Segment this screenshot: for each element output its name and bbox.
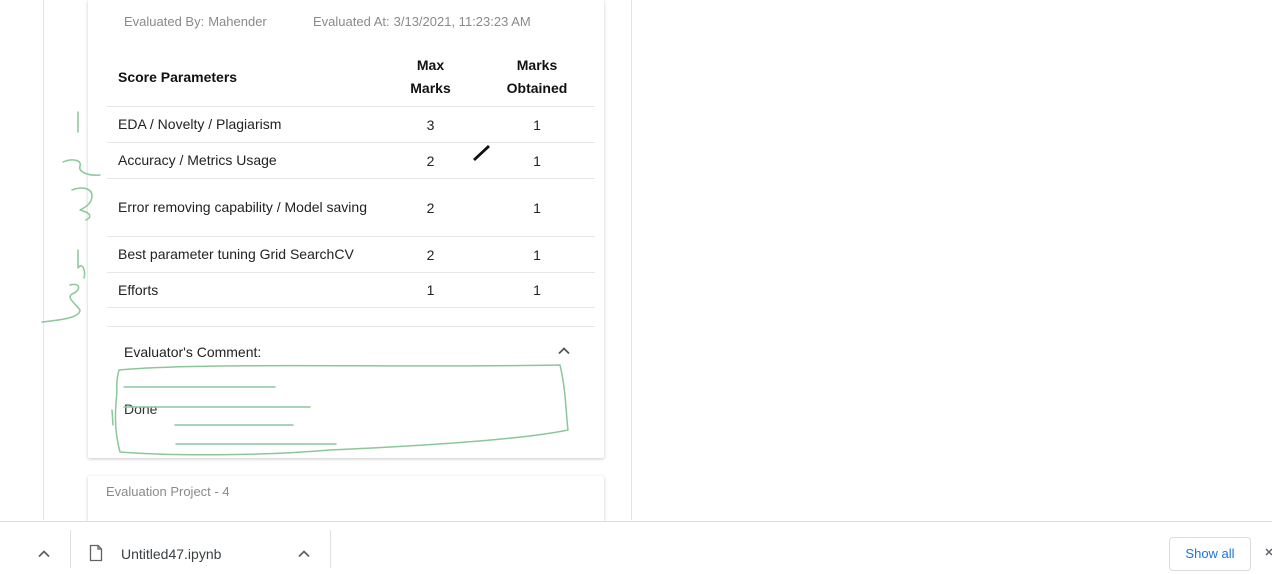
content-border-right	[631, 0, 632, 520]
page: Evaluated By: Mahender Evaluated At: 3/13/…	[0, 0, 1272, 574]
row-max-marks: 3	[382, 106, 479, 143]
table-row: EDA / Novelty / Plagiarism 3 1	[107, 106, 595, 143]
evaluator-comment-label: Evaluator's Comment:	[124, 344, 262, 360]
table-row: Error removing capability / Model saving…	[107, 178, 595, 237]
row-marks-obtained: 1	[479, 142, 595, 179]
annotation-mark-5	[41, 283, 81, 323]
file-icon	[89, 544, 103, 562]
header-marks-obtained: Marks Obtained	[479, 48, 595, 107]
header-marks-obtained-line1: Marks	[516, 57, 558, 73]
evaluated-by: Evaluated By: Mahender	[124, 14, 267, 29]
table-row: Accuracy / Metrics Usage 2 1	[107, 142, 595, 179]
content-border-left	[43, 0, 44, 520]
comment-divider	[107, 326, 595, 327]
row-parameter: Best parameter tuning Grid SearchCV	[107, 236, 382, 273]
row-marks-obtained: 1	[479, 272, 595, 308]
header-score-parameters: Score Parameters	[118, 69, 238, 85]
row-max-marks: 2	[382, 236, 479, 273]
row-marks-obtained: 1	[479, 178, 595, 237]
row-parameter: Error removing capability / Model saving	[107, 178, 382, 237]
download-separator	[70, 530, 71, 568]
row-parameter: Accuracy / Metrics Usage	[107, 142, 382, 179]
show-all-button[interactable]: Show all	[1169, 537, 1251, 571]
row-max-marks: 2	[382, 178, 479, 237]
evaluation-card: Evaluated By: Mahender Evaluated At: 3/13/…	[88, 0, 604, 458]
header-marks-obtained-line2: Obtained	[506, 80, 568, 96]
download-separator	[330, 530, 331, 568]
evaluated-at-label: Evaluated At:	[313, 14, 390, 29]
header-max-marks-line2: Marks	[410, 80, 451, 96]
download-file-name[interactable]: Untitled47.ipynb	[121, 546, 221, 562]
download-bar: Untitled47.ipynb Show all	[0, 521, 1272, 574]
row-parameter: EDA / Novelty / Plagiarism	[107, 106, 382, 143]
table-row: Best parameter tuning Grid SearchCV 2 1	[107, 236, 595, 273]
chevron-up-icon[interactable]	[36, 546, 52, 562]
score-table-header: Score Parameters Max Marks Marks Obtaine…	[107, 48, 595, 107]
score-table: Score Parameters Max Marks Marks Obtaine…	[107, 48, 595, 308]
evaluated-at-value: 3/13/2021, 11:23:23 AM	[393, 14, 531, 29]
evaluated-by-label: Evaluated By:	[124, 14, 205, 29]
row-max-marks: 1	[382, 272, 479, 308]
evaluator-comment-text: Done	[124, 401, 158, 417]
chevron-up-icon[interactable]	[296, 546, 312, 562]
evaluated-at: Evaluated At: 3/13/2021, 11:23:23 AM	[313, 14, 531, 29]
row-max-marks: 2	[382, 142, 479, 179]
header-max-marks: Max Marks	[382, 48, 479, 107]
annotation-mark-4	[77, 249, 86, 279]
evaluated-by-value: Mahender	[208, 14, 267, 29]
chevron-up-icon[interactable]	[555, 342, 573, 360]
table-row: Efforts 1 1	[107, 272, 595, 308]
close-icon[interactable]	[1264, 546, 1272, 558]
next-card-title: Evaluation Project - 4	[106, 484, 230, 499]
row-marks-obtained: 1	[479, 106, 595, 143]
header-max-marks-line1: Max	[416, 57, 445, 73]
row-marks-obtained: 1	[479, 236, 595, 273]
row-parameter: Efforts	[107, 272, 382, 308]
